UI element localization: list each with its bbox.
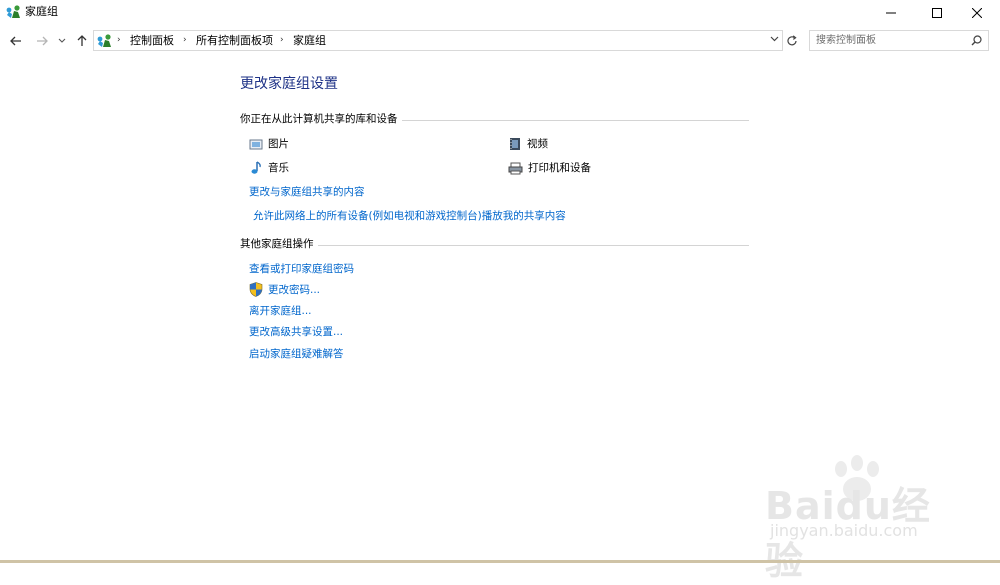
pictures-icon: [249, 139, 263, 150]
library-label: 音乐: [268, 162, 289, 174]
homegroup-icon: [97, 34, 111, 47]
refresh-icon: [786, 35, 797, 46]
watermark-url: jingyan.baidu.com: [770, 521, 918, 540]
arrow-up-icon: [77, 35, 87, 46]
videos-icon: [510, 138, 520, 150]
chevron-right-icon[interactable]: ›: [280, 35, 284, 45]
library-label: 视频: [527, 138, 548, 150]
search-input[interactable]: [816, 33, 966, 48]
chevron-right-icon: ›: [117, 35, 121, 45]
recent-locations-button[interactable]: [55, 32, 69, 50]
up-button[interactable]: [73, 32, 91, 50]
other-section-title: 其他家庭组操作: [240, 238, 318, 251]
homegroup-troubleshooter-link[interactable]: 启动家庭组疑难解答: [249, 347, 344, 361]
address-dropdown-icon[interactable]: [770, 36, 779, 42]
allow-media-streaming-link[interactable]: 允许此网络上的所有设备(例如电视和游戏控制台)播放我的共享内容: [253, 209, 566, 223]
search-icon[interactable]: [971, 35, 982, 46]
devices-label: 打印机和设备: [528, 162, 591, 174]
shared-section-heading: 你正在从此计算机共享的库和设备: [240, 113, 749, 127]
leave-homegroup-link[interactable]: 离开家庭组...: [249, 304, 312, 318]
homegroup-icon: [6, 5, 20, 18]
maximize-icon: [932, 8, 942, 18]
breadcrumb-control-panel[interactable]: 控制面板: [130, 34, 174, 48]
change-shared-content-link[interactable]: 更改与家庭组共享的内容: [249, 185, 365, 199]
chevron-right-icon[interactable]: ›: [183, 35, 187, 45]
baidu-watermark: Baidu经验 jingyan.baidu.com: [765, 455, 955, 583]
breadcrumb-homegroup[interactable]: 家庭组: [293, 34, 326, 48]
search-box[interactable]: [809, 30, 989, 51]
library-pictures: 图片: [249, 136, 289, 152]
library-videos: 视频: [508, 136, 548, 152]
uac-shield-icon: [249, 282, 263, 297]
close-icon: [972, 8, 982, 18]
change-password-link[interactable]: 更改密码...: [268, 283, 320, 297]
view-print-password-link[interactable]: 查看或打印家庭组密码: [249, 262, 354, 276]
breadcrumb-all-items[interactable]: 所有控制面板项: [196, 34, 273, 48]
other-section-heading: 其他家庭组操作: [240, 238, 749, 252]
title-bar: 家庭组: [0, 0, 1000, 26]
library-music: 音乐: [249, 160, 289, 176]
window-title: 家庭组: [25, 5, 58, 18]
arrow-left-icon: [10, 36, 21, 46]
devices-printers: 打印机和设备: [508, 160, 591, 176]
minimize-button[interactable]: [868, 0, 914, 26]
minimize-icon: [886, 12, 896, 14]
forward-button[interactable]: [33, 32, 51, 50]
printer-icon: [508, 162, 523, 174]
address-bar[interactable]: › 控制面板 › 所有控制面板项 › 家庭组: [93, 30, 783, 51]
back-button[interactable]: [7, 32, 25, 50]
refresh-button[interactable]: [784, 32, 800, 50]
chevron-down-icon: [58, 38, 66, 43]
close-button[interactable]: [954, 0, 1000, 26]
advanced-sharing-settings-link[interactable]: 更改高级共享设置...: [249, 325, 343, 339]
shared-section-title: 你正在从此计算机共享的库和设备: [240, 113, 402, 126]
arrow-right-icon: [37, 36, 48, 46]
library-label: 图片: [268, 138, 289, 150]
page-title: 更改家庭组设置: [240, 76, 338, 92]
music-icon: [251, 161, 261, 174]
